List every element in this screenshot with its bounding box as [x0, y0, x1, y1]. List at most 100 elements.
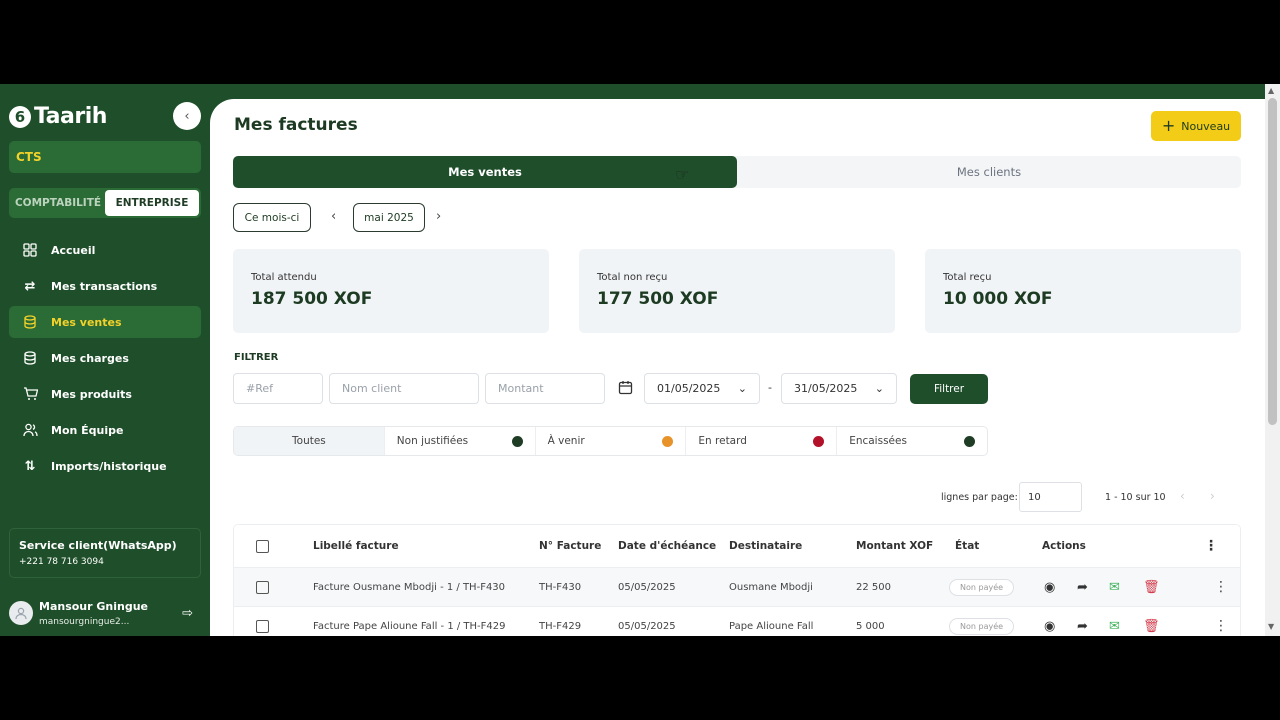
status-label: Toutes — [292, 435, 326, 447]
rows-per-page-label: lignes par page: — [941, 492, 1018, 503]
sidebar-item-label: Mes charges — [51, 351, 129, 365]
sort-arrows-icon: ⇅ — [24, 458, 36, 474]
pagination-range: 1 - 10 sur 10 — [1105, 492, 1166, 503]
status-tab-toutes[interactable]: Toutes — [234, 427, 384, 455]
status-dot-icon — [963, 435, 975, 447]
send-mail-icon[interactable]: ✉ — [1109, 580, 1120, 595]
more-vertical-icon[interactable]: ⋮ — [1204, 538, 1218, 554]
filter-title: FILTRER — [234, 352, 279, 363]
stat-label: Total reçu — [943, 272, 992, 283]
grid-icon — [22, 242, 38, 258]
share-icon[interactable]: ➦ — [1077, 619, 1088, 634]
eye-icon[interactable]: ◉ — [1044, 619, 1055, 634]
logo-text: Taarih — [34, 104, 107, 129]
status-tab-a-venir[interactable]: À venir — [534, 427, 686, 455]
select-all-checkbox[interactable] — [256, 539, 269, 553]
row-checkbox[interactable] — [256, 580, 269, 594]
current-period-button[interactable]: Ce mois-ci — [233, 203, 311, 232]
sidebar-item-transactions[interactable]: ⇄ Mes transactions — [9, 270, 201, 302]
trash-icon[interactable]: 🗑 — [1143, 580, 1160, 595]
status-dot-icon — [662, 435, 674, 447]
sidebar-item-accueil[interactable]: Accueil — [9, 234, 201, 266]
sidebar-item-ventes[interactable]: Mes ventes — [9, 306, 201, 338]
sidebar-nav: Accueil ⇄ Mes transactions Mes ventes Me… — [9, 234, 201, 486]
client-name-input[interactable]: Nom client — [329, 373, 479, 404]
prev-page-icon[interactable]: ‹ — [1180, 489, 1185, 503]
date-from-value: 01/05/2025 — [657, 382, 721, 395]
table-header-row: Libellé facture N° Facture Date d'échéan… — [234, 525, 1240, 567]
status-badge: Non payée — [949, 578, 1015, 596]
sidebar-item-produits[interactable]: Mes produits — [9, 378, 201, 410]
filter-button[interactable]: Filtrer — [910, 374, 988, 404]
column-header: État — [955, 540, 980, 552]
collapse-sidebar-button[interactable]: ‹ — [173, 102, 201, 130]
rows-per-page-input[interactable]: 10 — [1019, 482, 1082, 512]
date-to-value: 31/05/2025 — [794, 382, 858, 395]
sidebar-item-imports[interactable]: ⇅ Imports/historique — [9, 450, 201, 482]
new-invoice-button[interactable]: + Nouveau — [1151, 111, 1241, 141]
mode-comptabilite-button[interactable]: COMPTABILITÉ — [11, 190, 105, 216]
table-row[interactable]: Facture Ousmane Mbodji - 1 / TH-F430 TH-… — [234, 567, 1240, 606]
cell-destinataire: Ousmane Mbodji — [729, 581, 813, 593]
logo: 6 Taarih — [9, 104, 107, 129]
trash-icon[interactable]: 🗑 — [1143, 619, 1160, 634]
cell-montant: 22 500 — [856, 581, 891, 593]
date-to-select[interactable]: 31/05/2025 ⌄ — [781, 373, 897, 404]
status-tab-non-justifiees[interactable]: Non justifiées — [383, 427, 535, 455]
users-icon — [22, 422, 38, 438]
cell-libelle: Facture Ousmane Mbodji - 1 / TH-F430 — [313, 581, 506, 593]
next-page-icon[interactable]: › — [1210, 489, 1215, 503]
scroll-thumb[interactable] — [1268, 98, 1277, 425]
company-name[interactable]: CTS — [9, 141, 201, 173]
sidebar-item-label: Mes produits — [51, 387, 132, 401]
month-selector[interactable]: mai 2025 — [353, 203, 425, 232]
status-tab-en-retard[interactable]: En retard — [685, 427, 836, 455]
stat-card-total-non-recu: Total non reçu 177 500 XOF — [579, 249, 895, 333]
service-client-box[interactable]: Service client(WhatsApp) +221 78 716 309… — [9, 528, 201, 578]
amount-input[interactable]: Montant — [485, 373, 605, 404]
date-from-select[interactable]: 01/05/2025 ⌄ — [644, 373, 760, 404]
date-separator: - — [768, 381, 772, 394]
transfer-arrows-icon: ⇄ — [24, 278, 36, 294]
eye-icon[interactable]: ◉ — [1044, 580, 1055, 595]
status-filter-tabs: Toutes Non justifiées À venir En retard … — [233, 426, 988, 456]
ref-input[interactable]: #Ref — [233, 373, 323, 404]
send-mail-icon[interactable]: ✉ — [1109, 619, 1120, 634]
sidebar-item-equipe[interactable]: Mon Équipe — [9, 414, 201, 446]
stat-value: 187 500 XOF — [251, 289, 373, 309]
mode-switch: COMPTABILITÉ ENTREPRISE — [9, 188, 201, 218]
plus-icon: + — [1161, 116, 1176, 135]
table-row[interactable]: Facture Pape Alioune Fall - 1 / TH-F429 … — [234, 606, 1240, 636]
page-title: Mes factures — [234, 115, 358, 135]
more-vertical-icon[interactable]: ⋮ — [1214, 579, 1228, 595]
status-label: Encaissées — [849, 435, 907, 447]
scrollbar[interactable]: ▲ ▼ — [1265, 84, 1280, 636]
cell-libelle: Facture Pape Alioune Fall - 1 / TH-F429 — [313, 620, 506, 632]
status-dot-icon — [511, 435, 523, 447]
logo-mark-icon: 6 — [9, 105, 31, 128]
user-profile[interactable]: Mansour Gningue mansourgningue2... ⇨ — [9, 596, 201, 630]
tab-mes-ventes[interactable]: Mes ventes — [233, 156, 737, 188]
main-content: Mes factures + Nouveau Mes ventes Mes cl… — [210, 99, 1280, 636]
chevron-right-icon[interactable]: › — [436, 209, 441, 224]
sidebar-item-charges[interactable]: Mes charges — [9, 342, 201, 374]
service-phone: +221 78 716 3094 — [19, 557, 104, 567]
scroll-up-icon[interactable]: ▲ — [1268, 86, 1274, 95]
more-vertical-icon[interactable]: ⋮ — [1214, 618, 1228, 634]
cell-date: 05/05/2025 — [618, 581, 676, 593]
sidebar-item-label: Accueil — [51, 243, 96, 257]
logout-icon[interactable]: ⇨ — [182, 606, 193, 621]
mouse-pointer-icon: ☞ — [675, 165, 690, 184]
tab-mes-clients[interactable]: Mes clients — [737, 156, 1241, 188]
row-checkbox[interactable] — [256, 619, 269, 633]
share-icon[interactable]: ➦ — [1077, 580, 1088, 595]
app-window: 6 Taarih ‹ CTS COMPTABILITÉ ENTREPRISE A… — [0, 84, 1280, 636]
column-header: Destinataire — [729, 540, 803, 552]
scroll-down-icon[interactable]: ▼ — [1268, 622, 1274, 631]
chevron-left-icon[interactable]: ‹ — [331, 209, 336, 224]
mode-entreprise-button[interactable]: ENTREPRISE — [105, 190, 199, 216]
status-tab-encaissees[interactable]: Encaissées — [836, 427, 987, 455]
status-label: Non justifiées — [396, 435, 469, 447]
cell-numero: TH-F430 — [539, 581, 582, 593]
chevron-down-icon: ⌄ — [737, 382, 747, 395]
